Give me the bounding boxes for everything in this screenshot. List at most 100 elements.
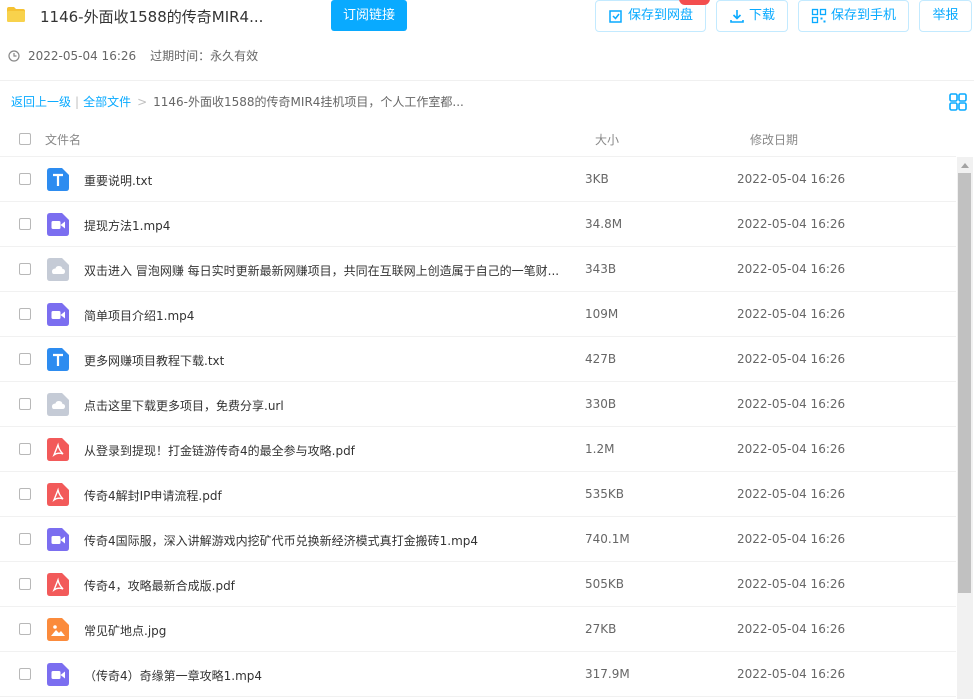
file-name[interactable]: 重要说明.txt — [84, 172, 152, 189]
table-row[interactable]: 传奇4国际服，深入讲解游戏内挖矿代币兑换新经济模式真打金搬砖1.mp4 740.1… — [0, 517, 956, 562]
file-date: 2022-05-04 16:26 — [737, 442, 846, 456]
save-to-phone-label: 保存到手机 — [830, 8, 896, 23]
header-date[interactable]: 修改日期 — [750, 131, 798, 148]
row-checkbox[interactable] — [19, 398, 31, 410]
download-label: 下载 — [748, 8, 775, 23]
file-size: 535KB — [585, 487, 625, 501]
file-name[interactable]: 简单项目介绍1.mp4 — [84, 307, 194, 324]
file-name[interactable]: 更多网赚项目教程下载.txt — [84, 352, 224, 369]
file-name[interactable]: 提现方法1.mp4 — [84, 217, 170, 234]
grid-view-icon[interactable] — [949, 93, 967, 111]
row-checkbox[interactable] — [19, 218, 31, 230]
file-date: 2022-05-04 16:26 — [737, 262, 846, 276]
file-size: 109M — [585, 307, 619, 321]
table-row[interactable]: 点击这里下载更多项目，免费分享.url 330B 2022-05-04 16:26 — [0, 382, 956, 427]
file-date: 2022-05-04 16:26 — [737, 397, 846, 411]
table-row[interactable]: 常见矿地点.jpg 27KB 2022-05-04 16:26 — [0, 607, 956, 652]
pdf-file-icon — [47, 483, 69, 506]
file-date: 2022-05-04 16:26 — [737, 172, 846, 186]
table-row[interactable]: 传奇4解封IP申请流程.pdf 535KB 2022-05-04 16:26 — [0, 472, 956, 517]
file-name[interactable]: 双击进入 冒泡网赚 每日实时更新最新网赚项目，共同在互联网上创造属于自己的一笔财… — [84, 262, 559, 279]
breadcrumb-arrow: > — [137, 94, 148, 109]
video-file-icon — [47, 303, 69, 326]
file-name[interactable]: 传奇4国际服，深入讲解游戏内挖矿代币兑换新经济模式真打金搬砖1.mp4 — [84, 532, 478, 549]
file-size: 427B — [585, 352, 617, 366]
table-row[interactable]: 从登录到提现！打金链游传奇4的最全参与攻略.pdf 1.2M 2022-05-04 … — [0, 427, 956, 472]
file-name[interactable]: 常见矿地点.jpg — [84, 622, 166, 639]
qrcode-icon — [811, 8, 827, 24]
table-row[interactable]: （传奇4）奇缘第一章攻略1.mp4 317.9M 2022-05-04 16:26 — [0, 652, 956, 697]
image-file-icon — [47, 618, 69, 641]
row-checkbox[interactable] — [19, 533, 31, 545]
header-size[interactable]: 大小 — [595, 131, 619, 148]
table-row[interactable]: 更多网赚项目教程下载.txt 427B 2022-05-04 16:26 — [0, 337, 956, 382]
pdf-file-icon — [47, 438, 69, 461]
save-to-phone-button[interactable]: 保存到手机 — [798, 0, 909, 32]
file-date: 2022-05-04 16:26 — [737, 217, 846, 231]
table-row[interactable]: 重要说明.txt 3KB 2022-05-04 16:26 — [0, 157, 956, 202]
file-date: 2022-05-04 16:26 — [737, 352, 846, 366]
file-size: 330B — [585, 397, 617, 411]
url-file-icon — [47, 393, 69, 416]
scroll-up-arrow[interactable] — [961, 163, 969, 168]
scrollbar[interactable] — [957, 157, 973, 699]
breadcrumb: 返回上一级 | 全部文件 > 1146-外面收1588的传奇MIR4挂机项目，个… — [11, 93, 464, 110]
select-all-checkbox[interactable] — [19, 133, 31, 145]
clock-icon — [8, 49, 20, 62]
all-files-link[interactable]: 全部文件 — [83, 93, 131, 110]
file-name[interactable]: （传奇4）奇缘第一章攻略1.mp4 — [84, 667, 262, 684]
file-size: 1.2M — [585, 442, 615, 456]
back-link[interactable]: 返回上一级 — [11, 93, 71, 110]
file-name[interactable]: 点击这里下载更多项目，免费分享.url — [84, 397, 284, 414]
header: 1146-外面收1588的传奇MIR4... 订阅链接 保存到网盘 6820 下… — [0, 0, 974, 80]
file-size: 27KB — [585, 622, 617, 636]
save-to-disk-icon — [609, 10, 622, 23]
current-folder: 1146-外面收1588的传奇MIR4挂机项目，个人工作室都... — [153, 95, 464, 109]
file-size: 317.9M — [585, 667, 630, 681]
pdf-file-icon — [47, 573, 69, 596]
file-name[interactable]: 传奇4解封IP申请流程.pdf — [84, 487, 222, 504]
scrollbar-thumb[interactable] — [958, 173, 971, 593]
txt-file-icon — [47, 168, 69, 191]
file-name[interactable]: 传奇4，攻略最新合成版.pdf — [84, 577, 235, 594]
divider — [0, 80, 974, 81]
video-file-icon — [47, 663, 69, 686]
row-checkbox[interactable] — [19, 488, 31, 500]
file-date: 2022-05-04 16:26 — [737, 622, 846, 636]
table-header: 文件名 大小 修改日期 — [0, 118, 956, 157]
subscribe-link-button[interactable]: 订阅链接 — [331, 0, 407, 31]
table-row[interactable]: 双击进入 冒泡网赚 每日实时更新最新网赚项目，共同在互联网上创造属于自己的一笔财… — [0, 247, 956, 292]
row-checkbox[interactable] — [19, 443, 31, 455]
file-date: 2022-05-04 16:26 — [737, 667, 846, 681]
table-row[interactable]: 传奇4，攻略最新合成版.pdf 505KB 2022-05-04 16:26 — [0, 562, 956, 607]
table-row[interactable]: 简单项目介绍1.mp4 109M 2022-05-04 16:26 — [0, 292, 956, 337]
breadcrumb-separator: | — [75, 94, 80, 109]
video-file-icon — [47, 528, 69, 551]
row-checkbox[interactable] — [19, 263, 31, 275]
row-checkbox[interactable] — [19, 668, 31, 680]
file-size: 3KB — [585, 172, 609, 186]
file-size: 343B — [585, 262, 617, 276]
row-checkbox[interactable] — [19, 173, 31, 185]
page-title: 1146-外面收1588的传奇MIR4... — [40, 8, 264, 26]
row-checkbox[interactable] — [19, 578, 31, 590]
file-size: 505KB — [585, 577, 625, 591]
table-row[interactable]: 提现方法1.mp4 34.8M 2022-05-04 16:26 — [0, 202, 956, 247]
report-label: 举报 — [932, 8, 959, 23]
download-button[interactable]: 下载 — [716, 0, 788, 32]
file-date: 2022-05-04 16:26 — [737, 532, 846, 546]
header-name[interactable]: 文件名 — [45, 131, 81, 148]
new-badge: 6820 — [679, 0, 710, 5]
file-list: 重要说明.txt 3KB 2022-05-04 16:26 提现方法1.mp4 34.8… — [0, 157, 956, 697]
file-size: 34.8M — [585, 217, 623, 231]
report-button[interactable]: 举报 — [919, 0, 972, 32]
share-meta: 2022-05-04 16:26 过期时间：永久有效 — [8, 47, 258, 64]
row-checkbox[interactable] — [19, 353, 31, 365]
txt-file-icon — [47, 348, 69, 371]
file-name[interactable]: 从登录到提现！打金链游传奇4的最全参与攻略.pdf — [84, 442, 355, 459]
url-file-icon — [47, 258, 69, 281]
file-date: 2022-05-04 16:26 — [737, 307, 846, 321]
expire-time: 过期时间：永久有效 — [150, 49, 259, 63]
row-checkbox[interactable] — [19, 623, 31, 635]
row-checkbox[interactable] — [19, 308, 31, 320]
